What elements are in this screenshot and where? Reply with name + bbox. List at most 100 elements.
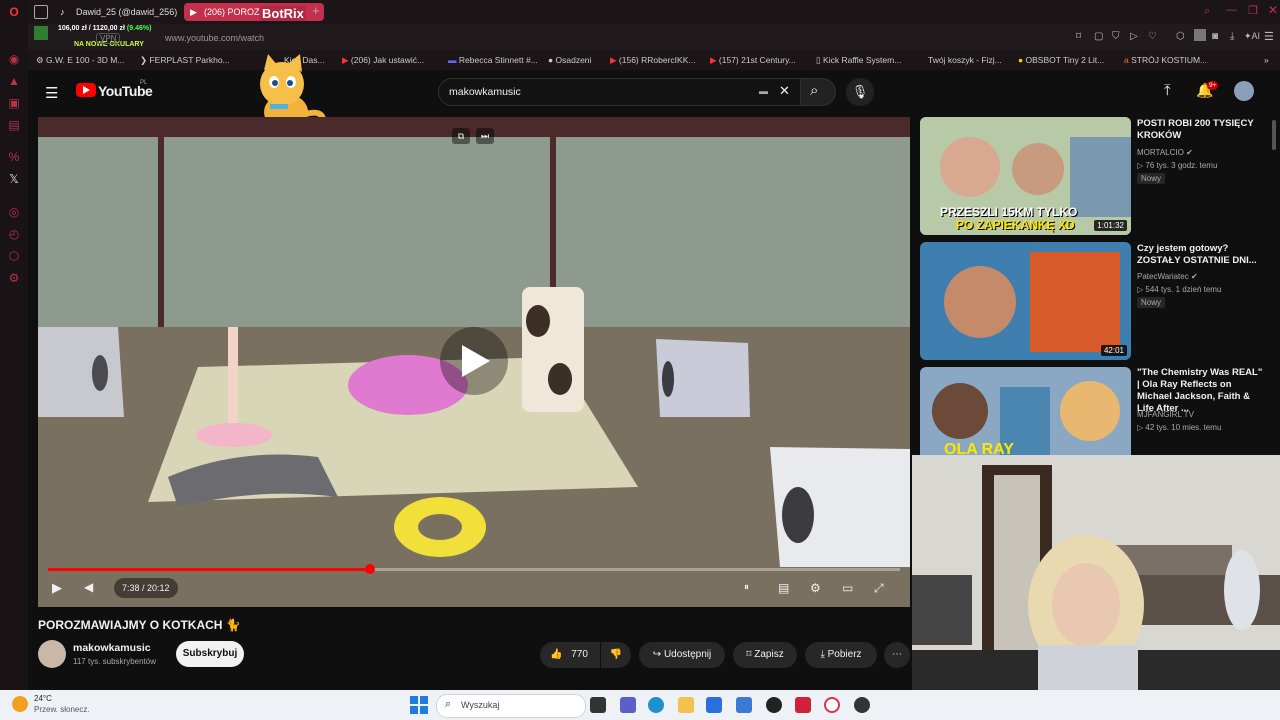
recommended-meta: ▷ 42 tys. 10 mies. temu	[1137, 423, 1222, 432]
file-explorer-icon[interactable]	[678, 697, 694, 713]
recommended-thumbnail[interactable]: PRZESZLI 15KM TYLKO PO ZAPIEKANKĘ XD 1:0…	[920, 117, 1131, 235]
fullscreen-icon[interactable]: ⤢	[874, 581, 884, 596]
recommended-channel[interactable]: MJFANGIRL TV	[1137, 409, 1194, 420]
tab-menu-icon[interactable]	[34, 5, 48, 19]
recommended-meta: ▷ 76 tys. 3 godz. temu	[1137, 161, 1218, 170]
url-field[interactable]: www.youtube.com/watch	[165, 33, 264, 43]
recommended-thumbnail[interactable]: 42:01	[920, 242, 1131, 360]
shield-icon[interactable]: ⛉	[1112, 31, 1120, 42]
bookmark-item[interactable]: ● OBSBOT Tiny 2 Lit...	[1018, 53, 1104, 67]
share-button[interactable]: ↪ Udostępnij	[639, 642, 725, 668]
play-icon[interactable]: ▷	[1130, 31, 1138, 42]
sidebar-ext-icon[interactable]: ▤	[7, 118, 21, 132]
weather-icon[interactable]	[12, 696, 28, 712]
new-tab-button[interactable]: +	[312, 3, 320, 18]
task-view-icon[interactable]	[590, 697, 606, 713]
search-input[interactable]: makowkamusic ▬ ✕	[438, 78, 802, 106]
bookmark-item[interactable]: ▯ Kick Raffle System...	[816, 53, 901, 67]
menu-icon[interactable]: ☰	[1264, 30, 1274, 43]
keyboard-icon[interactable]: ▬	[759, 86, 768, 96]
sidebar-ext-icon[interactable]: ▣	[7, 96, 21, 110]
recommended-title[interactable]: Czy jestem gotowy? ZOSTAŁY OSTATNIE DNI.…	[1137, 243, 1267, 267]
volume-icon[interactable]: ◀	[84, 580, 93, 594]
app-icon[interactable]	[766, 697, 782, 713]
theater-mode-icon[interactable]: ▭	[842, 581, 853, 595]
edge-icon[interactable]	[648, 697, 664, 713]
sidebar-ext-icon[interactable]: ▲	[7, 74, 21, 88]
opera-logo-icon[interactable]: O	[7, 5, 21, 19]
x-twitter-icon[interactable]: 𝕏	[7, 172, 21, 186]
recommended-title[interactable]: "The Chemistry Was REAL" | Ola Ray Refle…	[1137, 367, 1267, 415]
autoplay-toggle-icon[interactable]: ⏸	[744, 582, 749, 593]
like-button[interactable]: 👍 770	[540, 642, 600, 668]
recommended-channel[interactable]: MORTALCIO ✔	[1137, 147, 1193, 158]
recommended-channel[interactable]: PatecWariatec ✔	[1137, 271, 1198, 282]
settings-gear-icon[interactable]: ⚙	[810, 581, 821, 595]
extensions-icon[interactable]: ⬡	[1176, 31, 1185, 42]
close-window-icon[interactable]: ✕	[1268, 3, 1278, 17]
back-button[interactable]	[34, 26, 48, 40]
save-button[interactable]: ⌑ Zapisz	[733, 642, 797, 668]
teams-icon[interactable]	[620, 697, 636, 713]
youtube-logo-icon[interactable]	[76, 83, 96, 97]
bookmark-item[interactable]: ▶ (156) RRobercIKK...	[610, 53, 695, 67]
bookmark-item[interactable]: ▬ Rebecca Stinnett #...	[448, 53, 538, 67]
more-actions-icon[interactable]: ⋯	[884, 642, 910, 668]
scrollbar[interactable]	[1272, 120, 1276, 150]
sidebar-ext-icon[interactable]: ⬡	[7, 249, 21, 263]
vpn-badge[interactable]: VPN	[96, 33, 121, 44]
recommended-thumbnail[interactable]: OLA RAY	[920, 367, 1131, 455]
windows-start-icon[interactable]	[410, 696, 428, 714]
opera-icon[interactable]	[824, 697, 840, 713]
extension-avatar-icon[interactable]	[1194, 29, 1206, 41]
settings-icon[interactable]: ⚙	[7, 271, 21, 285]
bookmark-item[interactable]: a STRÓJ KOSTIUM...	[1124, 53, 1207, 67]
bookmark-item[interactable]: ❯ FERPLAST Parkho...	[140, 53, 230, 67]
subtitles-icon[interactable]: ▤	[778, 581, 789, 595]
channel-avatar[interactable]	[38, 640, 66, 668]
bookmark-item[interactable]: ⚙ G.W. E 100 - 3D M...	[36, 53, 124, 67]
sidebar-ext-icon[interactable]: ◎	[7, 205, 21, 219]
play-button-icon[interactable]: ▶	[52, 580, 68, 598]
thumbnail-caption: OLA RAY	[944, 441, 1014, 455]
heart-icon[interactable]: ♡	[1148, 31, 1157, 42]
search-button[interactable]: ⌕	[800, 78, 836, 106]
miniplayer-icon[interactable]: ⧉	[452, 128, 470, 144]
channel-name[interactable]: makowkamusic	[73, 642, 151, 654]
bookmarks-more-icon[interactable]: »	[1264, 53, 1269, 67]
store-icon[interactable]	[706, 697, 722, 713]
progress-scrubber[interactable]	[365, 564, 376, 574]
sidebar-ext-icon[interactable]: %	[7, 150, 21, 164]
bookmark-item[interactable]: ● Osadzeni	[548, 53, 591, 67]
taskbar-search-input[interactable]: ⌕ Wyszukaj	[436, 694, 586, 718]
bookmark-item[interactable]: Twój koszyk - Fizj...	[928, 53, 1002, 67]
download-icon[interactable]: ⤓	[1230, 31, 1234, 42]
recommended-title[interactable]: POSTI ROBI 200 TYSIĘCY KROKÓW	[1137, 118, 1267, 142]
obs-icon[interactable]	[854, 697, 870, 713]
ai-button[interactable]: ✦AI	[1244, 31, 1260, 42]
upload-icon[interactable]: ⤒	[1164, 82, 1171, 99]
camera-icon[interactable]: ◙	[1212, 31, 1218, 42]
hamburger-menu-icon[interactable]: ☰	[45, 84, 58, 102]
outlook-icon[interactable]	[736, 697, 752, 713]
minimize-icon[interactable]: —	[1226, 4, 1237, 16]
bookmark-icon[interactable]: ⌑	[1076, 31, 1081, 42]
video-duration: 42:01	[1100, 345, 1127, 356]
bookmark-item[interactable]: ▶ (206) Jak ustawić...	[342, 53, 424, 67]
video-player[interactable]: ⧉ ⏭ ▶ ◀ 7:38 / 20:12 ⏸ ▤ ⚙ ▭ ⤢	[38, 117, 910, 607]
next-video-icon[interactable]: ⏭	[476, 128, 494, 144]
sidebar-ext-icon[interactable]: ◉	[7, 52, 21, 66]
clear-search-icon[interactable]: ✕	[779, 83, 790, 99]
dislike-button[interactable]: 👎	[601, 642, 631, 668]
maximize-icon[interactable]: ❐	[1248, 4, 1258, 17]
download-button[interactable]: ⤓ Pobierz	[805, 642, 877, 668]
snapshot-icon[interactable]: ▢	[1094, 31, 1103, 42]
bookmark-item[interactable]: ▶ (157) 21st Century...	[710, 53, 796, 67]
avatar[interactable]	[1234, 81, 1254, 101]
search-tabs-icon[interactable]: ⌕	[1204, 5, 1210, 18]
progress-bar[interactable]	[48, 564, 900, 574]
history-icon[interactable]: ◴	[7, 227, 21, 241]
voice-search-icon[interactable]: 🎙	[846, 78, 874, 106]
subscribe-button[interactable]: Subskrybuj	[176, 641, 244, 667]
opera-gx-icon[interactable]	[795, 697, 811, 713]
